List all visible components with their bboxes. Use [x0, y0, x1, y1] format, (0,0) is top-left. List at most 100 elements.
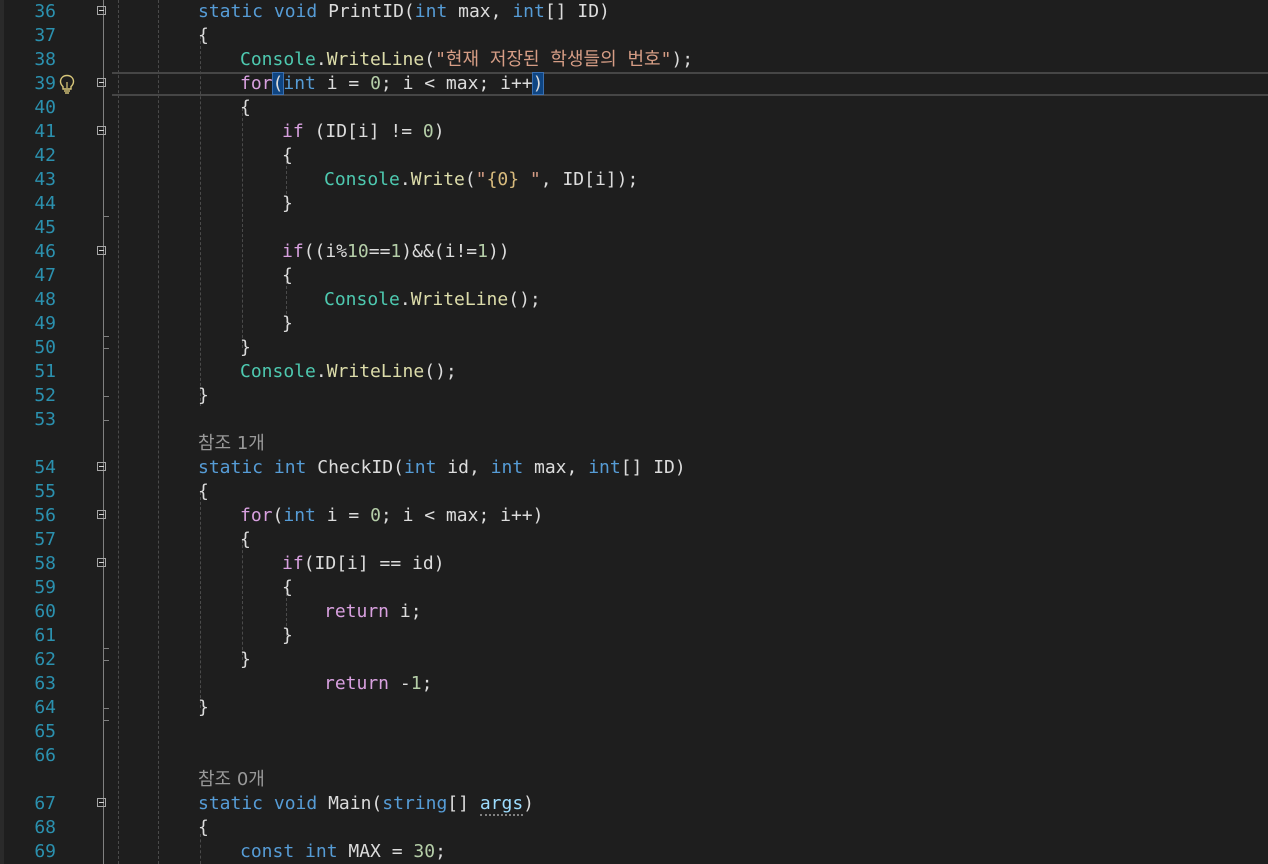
code-line[interactable]: 36 static void PrintID(int max, int[] ID)	[0, 0, 1268, 24]
code-token: ();	[424, 361, 457, 382]
code-line[interactable]: 43 Console.Write("{0} ", ID[i]);	[0, 168, 1268, 192]
collapse-icon[interactable]	[97, 126, 106, 135]
code-token: Write	[410, 169, 465, 190]
line-number: 49	[34, 313, 56, 334]
collapse-icon[interactable]	[97, 798, 106, 807]
collapse-icon[interactable]	[97, 558, 106, 567]
code-text: }	[198, 384, 209, 408]
code-line[interactable]: 47 {	[0, 264, 1268, 288]
code-line[interactable]: 50}	[0, 336, 1268, 360]
code-token: static	[198, 1, 264, 22]
collapse-icon[interactable]	[97, 510, 106, 519]
code-token: args	[479, 793, 524, 816]
code-token: ==	[368, 241, 391, 262]
code-text: for(int i = 0; i < max; i++)	[240, 504, 543, 528]
code-line[interactable]: 64}	[0, 696, 1268, 720]
code-token: "	[475, 169, 487, 190]
code-line[interactable]: 52}	[0, 384, 1268, 408]
code-text: static void Main(string[] args)	[198, 792, 534, 816]
code-token: max,	[447, 1, 513, 22]
collapse-icon[interactable]	[97, 246, 106, 255]
code-token: int	[490, 457, 524, 478]
collapse-icon[interactable]	[97, 462, 106, 471]
code-token: Console	[240, 361, 316, 382]
code-token: 1	[410, 673, 422, 694]
code-line[interactable]: 61}	[0, 624, 1268, 648]
code-editor[interactable]: 36 static void PrintID(int max, int[] ID)…	[0, 0, 1268, 864]
code-line[interactable]: 41 if (ID[i] != 0)	[0, 120, 1268, 144]
code-line[interactable]: 45	[0, 216, 1268, 240]
code-token: );	[671, 49, 694, 70]
code-text: Console.WriteLine();	[324, 288, 541, 312]
line-number: 42	[34, 145, 56, 166]
code-token: "현재 저장된 학생들의 번호"	[435, 49, 672, 70]
code-line[interactable]: 62}	[0, 648, 1268, 672]
code-line[interactable]: 46 if((i%10==1)&&(i!=1))	[0, 240, 1268, 264]
code-line[interactable]: 69 const int MAX = 30;	[0, 840, 1268, 864]
code-token: int	[403, 457, 437, 478]
code-text: static int CheckID(int id, int max, int[…	[198, 456, 686, 480]
codelens-reference-count[interactable]: 참조 1개	[198, 433, 265, 455]
code-token: int	[283, 73, 316, 94]
code-token: return	[324, 673, 390, 694]
code-token: WriteLine	[326, 361, 425, 382]
line-number: 66	[34, 745, 56, 766]
code-token: {	[198, 817, 209, 838]
code-token: (	[272, 505, 284, 526]
code-token: MAX =	[337, 841, 414, 862]
code-line[interactable]: 56 for(int i = 0; i < max; i++)	[0, 504, 1268, 528]
code-line[interactable]: 67 static void Main(string[] args)	[0, 792, 1268, 816]
code-text: for(int i = 0; i < max; i++)	[240, 72, 545, 96]
code-text: {	[282, 576, 293, 600]
code-token: {	[240, 529, 251, 550]
line-number: 67	[34, 793, 56, 814]
code-line[interactable]: 58 if(ID[i] == id)	[0, 552, 1268, 576]
code-token: void	[273, 1, 318, 22]
code-line[interactable]: 63 return -1;	[0, 672, 1268, 696]
code-token: Main(	[317, 793, 383, 814]
line-number: 63	[34, 673, 56, 694]
line-number: 40	[34, 97, 56, 118]
code-line[interactable]: 66	[0, 744, 1268, 768]
code-line[interactable]: 68 {	[0, 816, 1268, 840]
code-token: id,	[436, 457, 491, 478]
code-line[interactable]: 59 {	[0, 576, 1268, 600]
code-line[interactable]: 65	[0, 720, 1268, 744]
code-line[interactable]: 51 Console.WriteLine();	[0, 360, 1268, 384]
code-token: {	[198, 25, 209, 46]
code-line[interactable]: 37 {	[0, 24, 1268, 48]
codelens-reference-count[interactable]: 참조 0개	[198, 769, 265, 791]
code-token: (	[424, 49, 436, 70]
code-text: }	[240, 336, 251, 360]
code-token: i =	[315, 505, 371, 526]
line-number: 52	[34, 385, 56, 406]
matched-brace: (	[271, 72, 285, 95]
matched-brace: )	[531, 72, 545, 95]
code-text: if (ID[i] != 0)	[282, 120, 445, 144]
code-line[interactable]: 44}	[0, 192, 1268, 216]
code-line[interactable]: 39 for(int i = 0; i < max; i++)	[0, 72, 1268, 96]
code-line[interactable]: 40 {	[0, 96, 1268, 120]
code-line[interactable]: 55 {	[0, 480, 1268, 504]
code-line[interactable]: 53	[0, 408, 1268, 432]
code-token: Console	[324, 169, 400, 190]
code-token: (	[464, 169, 476, 190]
code-text: {	[198, 480, 209, 504]
line-number: 46	[34, 241, 56, 262]
code-token: max,	[523, 457, 589, 478]
code-line[interactable]: 42 {	[0, 144, 1268, 168]
code-line[interactable]: 54 static int CheckID(int id, int max, in…	[0, 456, 1268, 480]
code-line[interactable]: 60 return i;	[0, 600, 1268, 624]
code-line[interactable]: 48 Console.WriteLine();	[0, 288, 1268, 312]
code-token: []	[447, 793, 480, 814]
code-line[interactable]: 57 {	[0, 528, 1268, 552]
code-text: }	[198, 696, 209, 720]
code-text: }	[282, 312, 293, 336]
code-token: ();	[508, 289, 541, 310]
code-line[interactable]: 38 Console.WriteLine("현재 저장된 학생들의 번호");	[0, 48, 1268, 72]
collapse-icon[interactable]	[97, 6, 106, 15]
code-line[interactable]: 49}	[0, 312, 1268, 336]
collapse-icon[interactable]	[97, 78, 106, 87]
